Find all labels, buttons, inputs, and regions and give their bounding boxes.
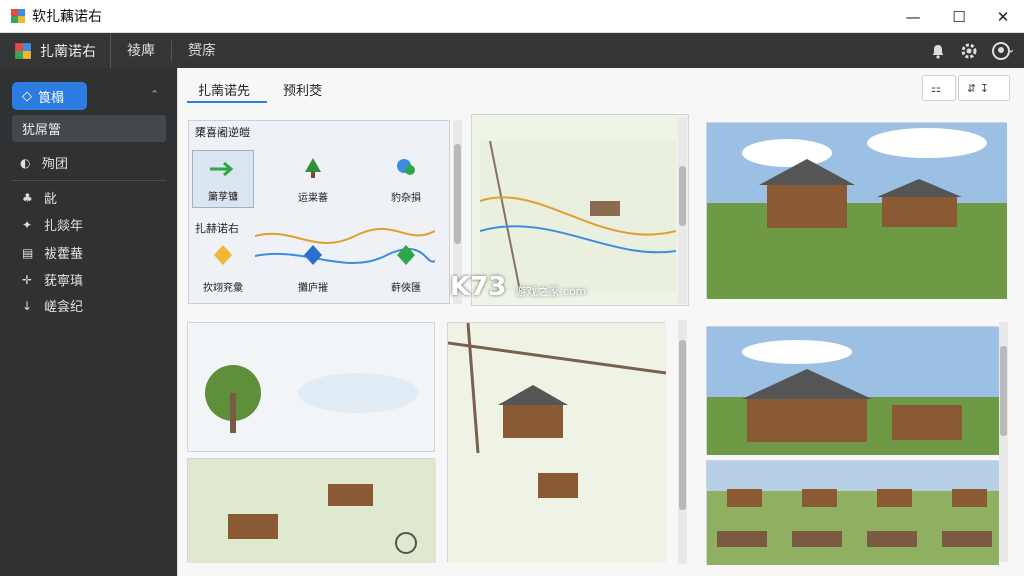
sidebar-item-label: 嵯侌纪 [44, 300, 84, 315]
arrow-icon [210, 161, 234, 177]
sort-icon: ⇵ ↧ [967, 81, 989, 95]
palette-title: 橥喜阇逆皚 [195, 126, 250, 139]
paint-icon [397, 159, 415, 175]
arrow-down-icon: ↓ [22, 298, 33, 313]
palette-tool[interactable]: 运粜蕃 [282, 150, 344, 208]
palette-tool-label: 运粜蕃 [298, 193, 328, 204]
menu-icons [930, 33, 1014, 68]
sidebar-selected-label: 筤榻 [38, 90, 65, 106]
maximize-button[interactable]: ☐ [936, 0, 982, 33]
thumbnail-strip-1[interactable] [187, 458, 436, 563]
menu-tab-1[interactable]: 祾庳 [111, 40, 172, 61]
sidebar-subitem-label: 犹屌簹 [22, 123, 62, 138]
watermark-domain: .com [559, 285, 587, 298]
canvas-scrollbar-1[interactable] [678, 118, 687, 304]
brand-icon [15, 42, 31, 59]
palette-tool-label: 扻翊兖彙 [203, 283, 243, 294]
sidebar-item-label: 扎燚年 [44, 219, 84, 234]
divider [12, 180, 166, 181]
palette-tool-label: 豹杂損 [391, 193, 421, 204]
star-icon: ✦ [22, 217, 33, 232]
grid-icon: ⚏ [931, 81, 941, 95]
chat-icon: ◐ [20, 155, 31, 170]
sort-button[interactable]: ⇵ ↧ [958, 75, 1010, 101]
scene-preview-2[interactable] [706, 326, 999, 455]
close-button[interactable]: ✕ [980, 0, 1024, 33]
palette-tool[interactable]: 豹杂損 [375, 150, 437, 208]
tree-sketch [205, 365, 418, 433]
window-title: 软扎藕诺右 [32, 9, 102, 25]
palette-tool[interactable]: 攤庐摧 [282, 240, 344, 298]
canvas-panel-2[interactable] [187, 322, 435, 452]
menu-tab-2[interactable]: 赟庩 [172, 41, 232, 61]
canvas-scrollbar-2[interactable] [678, 320, 687, 564]
village-sketch [447, 322, 667, 563]
cube-icon [304, 245, 322, 265]
tab-2[interactable]: 预利茭 [283, 80, 322, 99]
title-bar: 软扎藕诺右 [0, 0, 1024, 33]
sidebar-item-label: 龀 [44, 192, 58, 207]
watermark-main: K73 [450, 272, 507, 302]
map-sketch [480, 141, 676, 291]
farmhouse-scene [707, 123, 1007, 299]
layout-button[interactable]: ⚏ [922, 75, 956, 101]
sidebar [0, 68, 177, 576]
canvas-panel-3[interactable] [447, 322, 667, 563]
pin-icon: ♣ [22, 190, 33, 205]
app-window: 软扎藕诺右 — ☐ ✕ 扎萳诺右 祾庳 赟庩 ◇ 筤榻 ⌃ 犹屌簹 ◐ 殉团 ♣ 龀 … [0, 0, 1024, 576]
palette-section: 扎赫诺右 [195, 222, 239, 235]
house-scene [707, 327, 999, 455]
sidebar-item-label: 袚藿蛬 [44, 247, 84, 262]
leaf-icon [397, 245, 415, 265]
thumbnail-grid[interactable] [706, 460, 999, 565]
sidebar-item-1[interactable]: ♣ 龀 [22, 188, 58, 208]
app-logo-icon [11, 9, 25, 23]
sidebar-selected-item[interactable]: ◇ 筤榻 [12, 82, 87, 110]
diamond-icon: ◇ [22, 88, 32, 104]
tab-1[interactable]: 扎萳诺先 [198, 80, 250, 99]
sidebar-item-4[interactable]: ✛ 莸寧瑱 [22, 270, 84, 290]
doc-icon: ▤ [22, 245, 34, 260]
sidebar-item-label: 莸寧瑱 [44, 274, 84, 289]
palette-tool[interactable]: 蓒俠匯 [375, 240, 437, 298]
palette-tool[interactable]: 簘莩镛 [192, 150, 254, 208]
preview-scrollbar[interactable] [999, 322, 1008, 562]
cabin-thumbnails [188, 459, 436, 563]
cabin-grid [707, 461, 999, 565]
palette-tool-label: 攤庐摧 [298, 283, 328, 294]
palette-tool-label: 簘莩镛 [208, 192, 238, 203]
tree-icon [305, 158, 321, 178]
sidebar-item-5[interactable]: ↓ 嵯侌纪 [22, 296, 84, 316]
gear-icon[interactable] [960, 42, 978, 60]
minimize-button[interactable]: — [890, 0, 936, 33]
sidebar-subitem[interactable]: 犹屌簹 [12, 115, 166, 142]
palette-tool[interactable]: 扻翊兖彙 [192, 240, 254, 298]
sidebar-group-label: 殉团 [42, 157, 69, 172]
sidebar-group[interactable]: ◐ 殉团 [20, 153, 69, 173]
palette-tool-label: 蓒俠匯 [391, 283, 421, 294]
chevron-up-icon[interactable]: ⌃ [150, 88, 159, 101]
menu-logo[interactable]: 扎萳诺右 [0, 33, 111, 68]
watermark-sub: 游戏之家 [515, 285, 560, 298]
sidebar-item-3[interactable]: ▤ 袚藿蛬 [22, 243, 84, 263]
bell-icon[interactable] [930, 43, 946, 59]
plus-icon: ✛ [22, 272, 33, 287]
watermark: K73 游戏之家.com [450, 272, 586, 302]
menu-bar: 扎萳诺右 祾庳 赟庩 [0, 33, 1024, 68]
scene-preview-1[interactable] [706, 122, 1007, 299]
sidebar-item-2[interactable]: ✦ 扎燚年 [22, 215, 84, 235]
menu-logo-label: 扎萳诺右 [40, 43, 96, 60]
active-tab-indicator [187, 101, 267, 103]
user-icon[interactable] [992, 41, 1014, 61]
gem-icon [214, 245, 232, 265]
